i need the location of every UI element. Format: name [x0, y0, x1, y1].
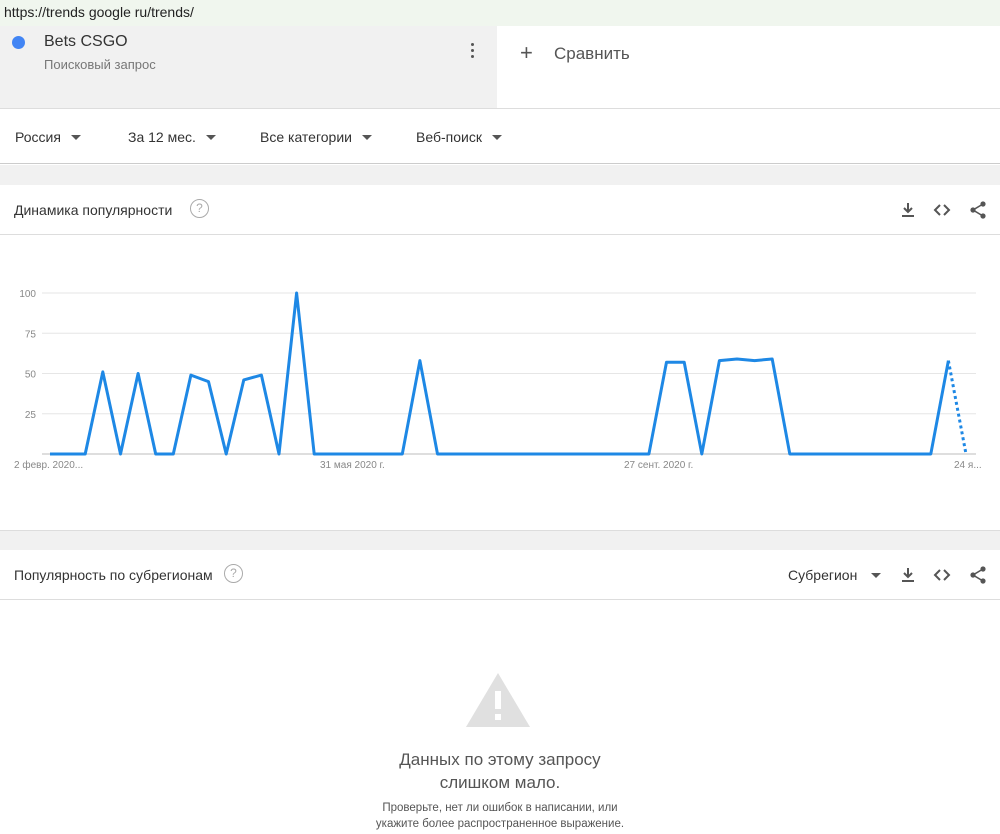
search-type-filter-label: Веб-поиск: [416, 129, 482, 145]
region-filter-label: Россия: [15, 129, 61, 145]
period-filter[interactable]: За 12 мес.: [128, 129, 216, 145]
y-tick-label: 75: [25, 329, 37, 340]
embed-icon[interactable]: [932, 200, 952, 220]
interest-over-time-chart[interactable]: 100 75 50 25 2 февр. 2020... 31 мая 2020 г. 27…: [0, 236, 1000, 530]
line-chart[interactable]: 100 75 50 25 2 февр. 2020... 31 мая 2020 г. 27…: [0, 236, 1000, 530]
y-tick-label: 50: [25, 370, 37, 381]
search-type-filter[interactable]: Веб-поиск: [416, 129, 502, 145]
series-partial-line: [946, 360, 968, 455]
category-filter[interactable]: Все категории: [260, 129, 372, 145]
term-name: Bets CSGO: [44, 33, 128, 50]
chevron-down-icon: [871, 572, 882, 578]
warning-icon: [466, 673, 530, 727]
resolution-label: Субрегион: [788, 567, 858, 583]
more-vert-icon[interactable]: [466, 42, 480, 60]
x-tick-label: 24 я...: [954, 460, 982, 471]
x-tick-label: 2 февр. 2020...: [14, 459, 83, 471]
x-tick-label: 31 мая 2020 г.: [320, 460, 385, 471]
help-icon[interactable]: ?: [224, 564, 243, 583]
chevron-down-icon: [70, 134, 81, 140]
plus-icon: +: [520, 40, 533, 65]
chevron-down-icon: [205, 134, 216, 140]
region-filter[interactable]: Россия: [15, 129, 81, 145]
empty-title: Данных по этому запросу слишком мало.: [0, 748, 1000, 794]
chevron-down-icon: [491, 134, 502, 140]
search-term-card[interactable]: Bets CSGO Поисковый запрос: [0, 26, 497, 108]
y-tick-label: 25: [25, 410, 37, 421]
empty-hint: Проверьте, нет ли ошибок в написании, ил…: [0, 800, 1000, 832]
empty-hint-line: укажите более распространенное выражение…: [375, 818, 625, 830]
panel-title: Динамика популярности: [14, 202, 173, 218]
embed-icon[interactable]: [932, 565, 952, 585]
category-filter-label: Все категории: [260, 129, 352, 145]
url-text: https://trends google ru/trends/: [4, 4, 194, 20]
y-tick-label: 100: [19, 289, 36, 300]
compare-button[interactable]: + Сравнить: [498, 26, 1000, 108]
x-tick-label: 27 сент. 2020 г.: [624, 460, 693, 471]
share-icon[interactable]: [968, 200, 988, 220]
term-type: Поисковый запрос: [44, 57, 156, 72]
subregion-header: Популярность по субрегионам ? Субрегион: [0, 550, 1000, 600]
filter-bar: Россия За 12 мес. Все категории Веб-поис…: [0, 108, 1000, 164]
share-icon[interactable]: [968, 565, 988, 585]
empty-title-line: Данных по этому запросу: [399, 750, 601, 769]
section-divider: [0, 530, 1000, 550]
address-bar[interactable]: https://trends google ru/trends/: [0, 0, 1000, 26]
empty-title-line: слишком мало.: [439, 773, 561, 792]
help-icon[interactable]: ?: [190, 199, 209, 218]
section-divider: [0, 165, 1000, 185]
chevron-down-icon: [361, 134, 372, 140]
download-icon[interactable]: [898, 565, 918, 585]
interest-over-time-header: Динамика популярности ?: [0, 185, 1000, 235]
download-icon[interactable]: [898, 200, 918, 220]
empty-state: Данных по этому запросу слишком мало. Пр…: [0, 601, 1000, 834]
panel-title: Популярность по субрегионам: [14, 567, 213, 583]
empty-hint-line: Проверьте, нет ли ошибок в написании, ил…: [382, 802, 618, 814]
resolution-select[interactable]: Субрегион: [788, 567, 882, 583]
period-filter-label: За 12 мес.: [128, 129, 196, 145]
compare-label: Сравнить: [554, 44, 630, 63]
term-color-dot: [12, 36, 25, 49]
